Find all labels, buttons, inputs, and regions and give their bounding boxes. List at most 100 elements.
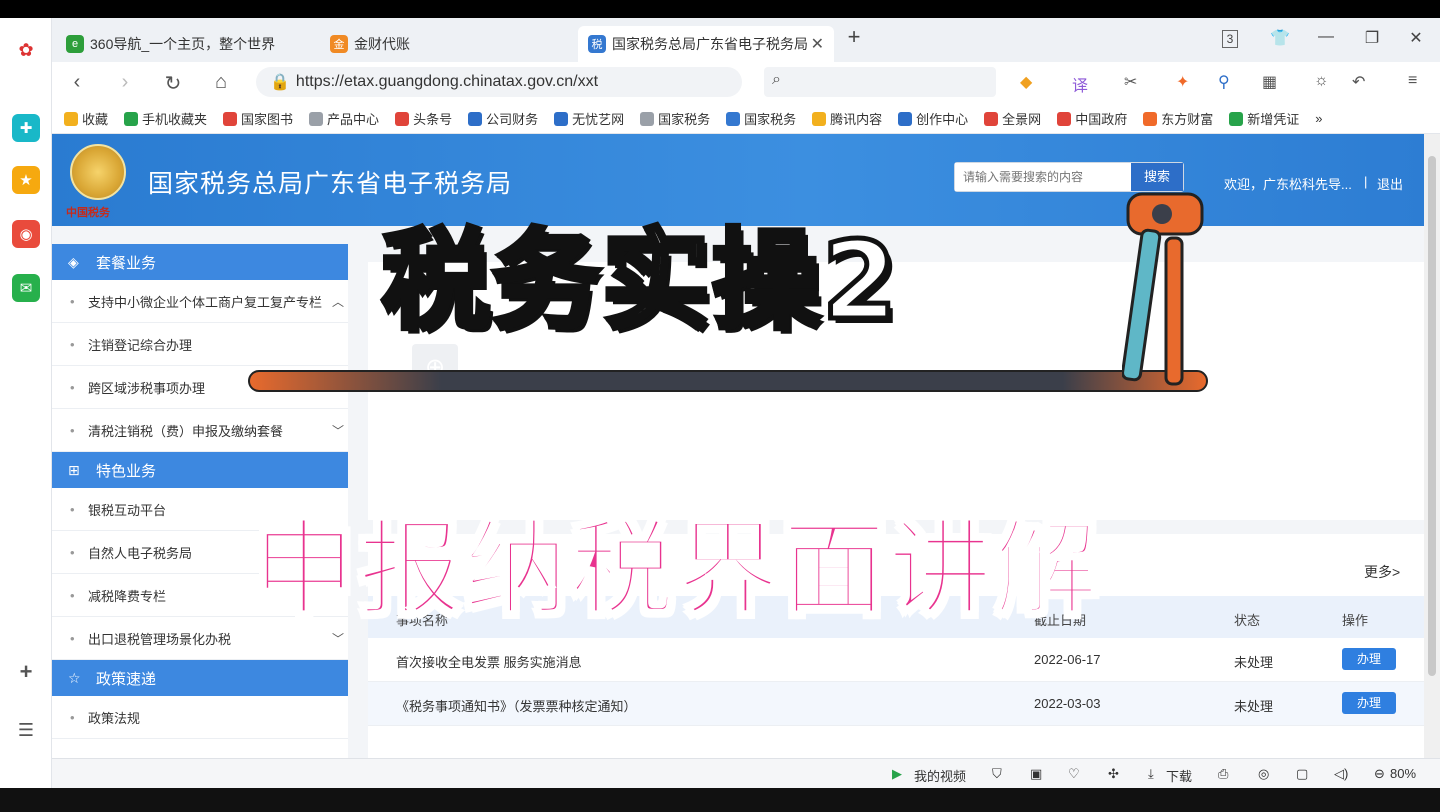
row-deadline: 2022-03-03	[1034, 696, 1101, 711]
bookmark-label: 全景网	[1002, 112, 1042, 127]
menu-list-icon[interactable]: ☰	[12, 716, 40, 744]
apps-grid-icon[interactable]: ▦	[1262, 72, 1277, 92]
logout-link[interactable]: 退出	[1377, 174, 1403, 193]
bookmark-label: 腾讯内容	[830, 112, 883, 127]
window-icon[interactable]: ▢	[1296, 766, 1308, 782]
coin-icon[interactable]: ◆	[1020, 72, 1032, 92]
new-tab-icon[interactable]: +	[842, 24, 866, 50]
bookmark-item[interactable]: 国家税务	[726, 109, 796, 128]
bookmark-item[interactable]: 创作中心	[898, 109, 968, 128]
heart-icon[interactable]: ♡	[1068, 766, 1080, 782]
plugin-icon[interactable]: ✚	[12, 114, 40, 142]
table-row: 首次接收全电发票 服务实施消息 2022-06-17 未处理 办理	[368, 638, 1424, 682]
shield-icon[interactable]: ⛉	[992, 766, 1002, 782]
section-title: 政策速递	[96, 670, 157, 688]
reload-icon[interactable]: ↻	[160, 71, 186, 96]
main-menu-icon[interactable]: ≡	[1408, 72, 1417, 90]
brightness-icon[interactable]: ☼	[1314, 72, 1329, 90]
sidebar-item[interactable]: 清税注销税（费）申报及缴纳套餐 ﹀	[52, 409, 348, 452]
tab-jincai[interactable]: 金 金财代账	[320, 26, 570, 62]
tab-label: 360导航_一个主页，整个世界	[90, 36, 276, 52]
bookmark-label: 东方财富	[1161, 112, 1214, 127]
bookmark-item[interactable]: 全景网	[984, 109, 1041, 128]
restore-icon[interactable]: ❐	[1360, 28, 1384, 48]
table-row: 《税务事项通知书》（发票票种核定通知） 2022-03-03 未处理 办理	[368, 682, 1424, 726]
site-search-input[interactable]	[955, 163, 1131, 191]
volume-icon[interactable]: ◁)	[1334, 766, 1348, 782]
scrollbar-thumb[interactable]	[1428, 156, 1436, 676]
game-icon[interactable]: ✦	[1176, 72, 1189, 92]
url-field[interactable]: 🔒 https://etax.guangdong.chinatax.gov.cn…	[256, 67, 742, 97]
bookmark-item[interactable]: 中国政府	[1057, 109, 1127, 128]
handle-button[interactable]: 办理	[1342, 648, 1396, 670]
sidebar-section-package[interactable]: ◈ 套餐业务	[52, 244, 348, 280]
bookmark-icon	[726, 111, 741, 126]
handle-button[interactable]: 办理	[1342, 692, 1396, 714]
forward-icon[interactable]: ›	[112, 71, 138, 94]
minimize-icon[interactable]: —	[1314, 28, 1338, 46]
more-bookmarks-icon[interactable]: »	[1315, 111, 1322, 126]
download-icon[interactable]: ⤓	[1148, 766, 1154, 782]
tab-etax[interactable]: 税 国家税务总局广东省电子税务局 ✕	[578, 26, 834, 62]
scroll-down-icon[interactable]: ﹀	[332, 422, 344, 439]
cleaner-icon[interactable]: ◎	[1258, 766, 1269, 782]
scissors-icon[interactable]: ✂	[1124, 72, 1137, 92]
section-title: 特色业务	[96, 462, 157, 480]
mail-icon[interactable]: ✉	[12, 274, 40, 302]
back-icon[interactable]: ‹	[64, 71, 90, 94]
home-icon[interactable]: ⌂	[208, 71, 234, 94]
video-icon[interactable]: ▶	[892, 766, 902, 782]
layers-icon: ◈	[68, 254, 79, 270]
undo-icon[interactable]: ↶	[1352, 72, 1365, 92]
tab-count-badge[interactable]: 3	[1222, 30, 1238, 48]
close-tab-icon[interactable]: ✕	[811, 34, 824, 54]
more-link[interactable]: 更多>	[1364, 562, 1400, 582]
bookmarks-bar: 收藏 手机收藏夹 国家图书 产品中心 头条号 公司财务 无忧艺网 国家税务 国家税务 腾讯内容 创作…	[52, 104, 1440, 134]
bookmark-item[interactable]: 头条号	[395, 109, 452, 128]
tab-360[interactable]: e 360导航_一个主页，整个世界	[56, 26, 314, 62]
skin-icon[interactable]: 👕	[1268, 28, 1292, 48]
video-label[interactable]: 我的视频	[914, 766, 966, 785]
tab-label: 国家税务总局广东省电子税务局	[612, 36, 808, 52]
bookmark-item[interactable]: 手机收藏夹	[124, 109, 207, 128]
taskbar-strip	[0, 788, 1440, 812]
bookmark-item[interactable]: 无忧艺网	[554, 109, 624, 128]
sidebar-item[interactable]: 政策法规	[52, 696, 348, 739]
bookmark-item[interactable]: 收藏	[64, 109, 108, 128]
download-label[interactable]: 下载	[1166, 766, 1192, 785]
bookmark-item[interactable]: 国家税务	[640, 109, 710, 128]
add-icon[interactable]: +	[12, 658, 40, 686]
sidebar-section-feature[interactable]: ⊞ 特色业务	[52, 452, 348, 488]
bookmark-item[interactable]: 东方财富	[1143, 109, 1213, 128]
sidebar-item[interactable]: 支持中小微企业个体工商户复工复产专栏 ︿	[52, 280, 348, 323]
treadmill-belt-graphic	[248, 370, 1208, 392]
fan-icon[interactable]: ✣	[1108, 766, 1119, 782]
zoom-icon[interactable]: ⊖	[1374, 766, 1385, 782]
bookmark-label: 国家图书	[241, 112, 294, 127]
tab-bar: e 360导航_一个主页，整个世界 金 金财代账 税 国家税务总局广东省电子税务…	[52, 18, 1440, 62]
printer-icon[interactable]: ⎙	[1218, 766, 1228, 782]
browser-logo-icon[interactable]: ✿	[12, 36, 40, 64]
weibo-icon[interactable]: ◉	[12, 220, 40, 248]
bookmark-label: 国家税务	[744, 112, 797, 127]
scroll-up-icon[interactable]: ︿	[332, 293, 344, 310]
sidebar-section-policy[interactable]: ☆ 政策速递	[52, 660, 348, 696]
row-name[interactable]: 首次接收全电发票 服务实施消息	[396, 652, 582, 671]
magnifier-icon[interactable]: ⚲	[1218, 72, 1230, 92]
bookmark-item[interactable]: 新增凭证	[1229, 109, 1299, 128]
bookmark-item[interactable]: 公司财务	[468, 109, 538, 128]
bookmark-item[interactable]: 产品中心	[309, 109, 379, 128]
row-deadline: 2022-06-17	[1034, 652, 1101, 667]
image-icon[interactable]: ▣	[1030, 766, 1042, 782]
zoom-level[interactable]: 80%	[1390, 766, 1416, 781]
bookmark-item[interactable]: 腾讯内容	[812, 109, 882, 128]
browser-search-input[interactable]: ⌕	[764, 67, 996, 97]
sidebar-item[interactable]: 注销登记综合办理	[52, 323, 348, 366]
close-window-icon[interactable]: ✕	[1404, 28, 1428, 48]
bookmark-item[interactable]: 国家图书	[223, 109, 293, 128]
favorites-icon[interactable]: ★	[12, 166, 40, 194]
page-scrollbar[interactable]	[1424, 134, 1440, 758]
star-icon: ☆	[68, 670, 81, 686]
row-name[interactable]: 《税务事项通知书》（发票票种核定通知）	[396, 696, 637, 715]
translate-icon[interactable]: 译	[1072, 72, 1088, 96]
